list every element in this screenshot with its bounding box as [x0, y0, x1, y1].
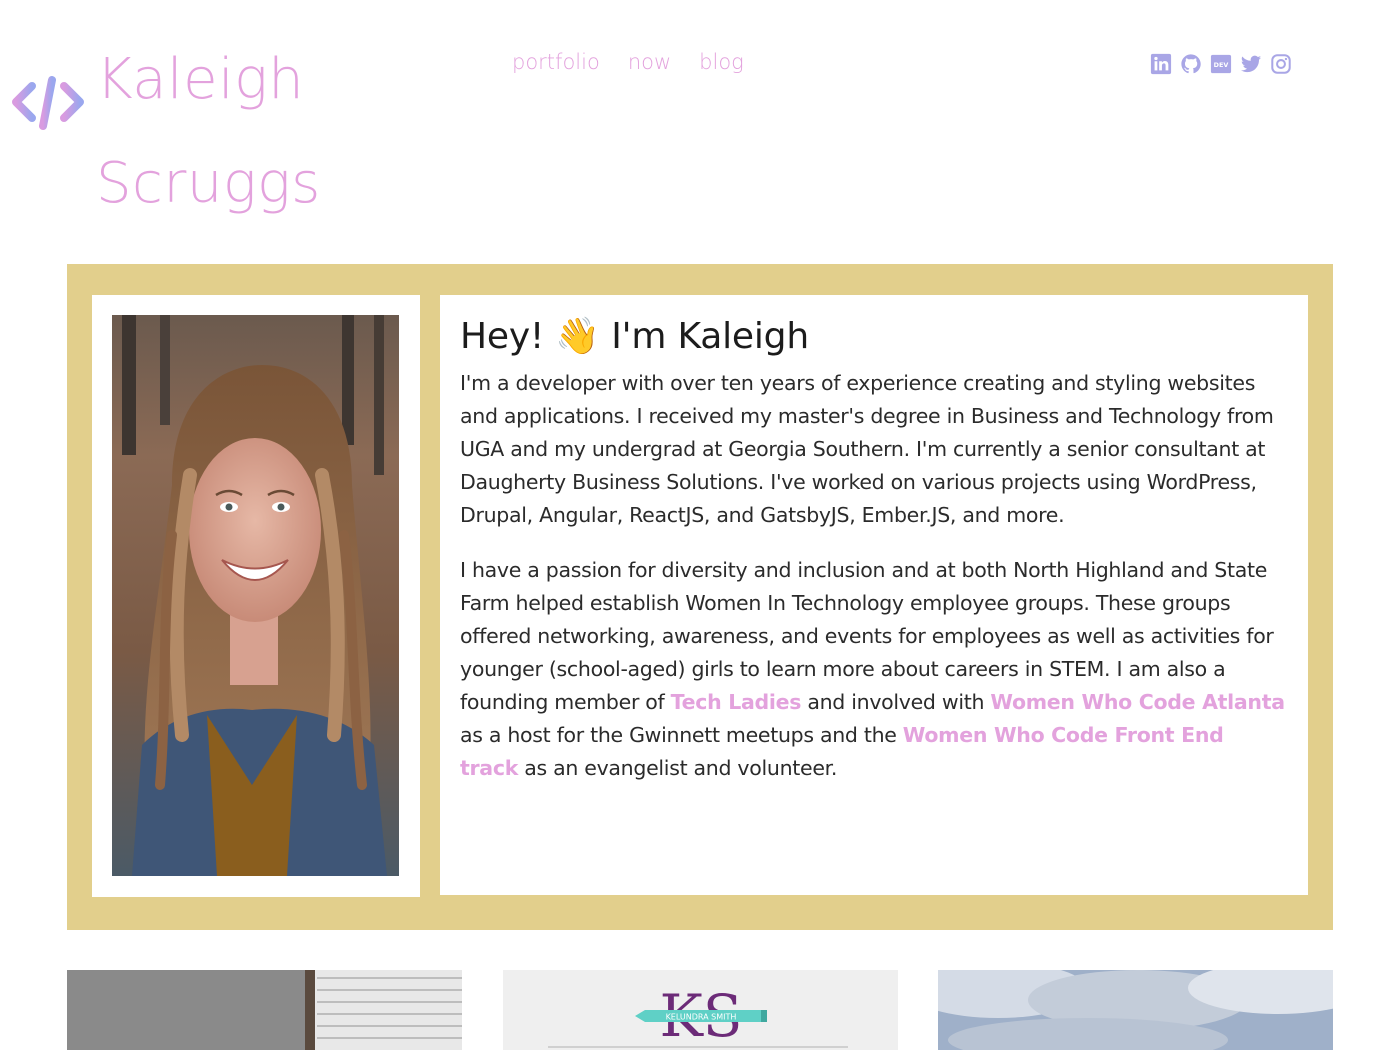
site-title-line2: Scruggs [96, 151, 321, 216]
about-text-card: Hey! 👋 I'm Kaleigh I'm a developer with … [440, 295, 1308, 895]
site-header: Kaleigh Scruggs portfolio now blog DEV [0, 0, 1400, 240]
site-title[interactable]: Kaleigh Scruggs [96, 28, 321, 236]
about-paragraph-1: I'm a developer with over ten years of e… [460, 371, 1274, 527]
portfolio-thumb-2[interactable]: KS KELUNDRA SMITH [503, 970, 898, 1050]
about-title: Hey! 👋 I'm Kaleigh [460, 316, 809, 357]
photo-card [92, 295, 420, 897]
profile-photo [112, 315, 399, 876]
linkedin-icon[interactable] [1150, 52, 1172, 76]
portfolio-thumb-1[interactable] [67, 970, 462, 1050]
kelundra-logo: KS KELUNDRA SMITH [503, 970, 898, 1050]
code-logo-icon[interactable] [10, 72, 86, 132]
instagram-icon[interactable] [1270, 52, 1292, 76]
portfolio-thumbnails: KS KELUNDRA SMITH [67, 970, 1333, 1050]
about-paragraph-2: I have a passion for diversity and inclu… [460, 554, 1288, 785]
nav-now[interactable]: now [628, 50, 671, 74]
portfolio-thumb-3[interactable] [938, 970, 1333, 1050]
nav-portfolio[interactable]: portfolio [512, 50, 600, 74]
svg-text:DEV: DEV [1214, 61, 1229, 69]
dev-icon[interactable]: DEV [1210, 52, 1232, 76]
about-p2-text-2: and involved with [801, 690, 991, 714]
social-links: DEV [1150, 52, 1292, 76]
about-section: Hey! 👋 I'm Kaleigh I'm a developer with … [67, 264, 1333, 930]
link-tech-ladies[interactable]: Tech Ladies [671, 690, 802, 714]
kelundra-logo-name: KELUNDRA SMITH [666, 1013, 737, 1022]
main-nav: portfolio now blog [512, 50, 744, 74]
site-title-line1: Kaleigh [96, 47, 305, 112]
about-p2-text-3: as a host for the Gwinnett meetups and t… [460, 723, 903, 747]
github-icon[interactable] [1180, 52, 1202, 76]
link-wwc-atlanta[interactable]: Women Who Code Atlanta [990, 690, 1285, 714]
about-p2-text-4: as an evangelist and volunteer. [518, 756, 838, 780]
twitter-icon[interactable] [1240, 52, 1262, 76]
nav-blog[interactable]: blog [699, 50, 744, 74]
